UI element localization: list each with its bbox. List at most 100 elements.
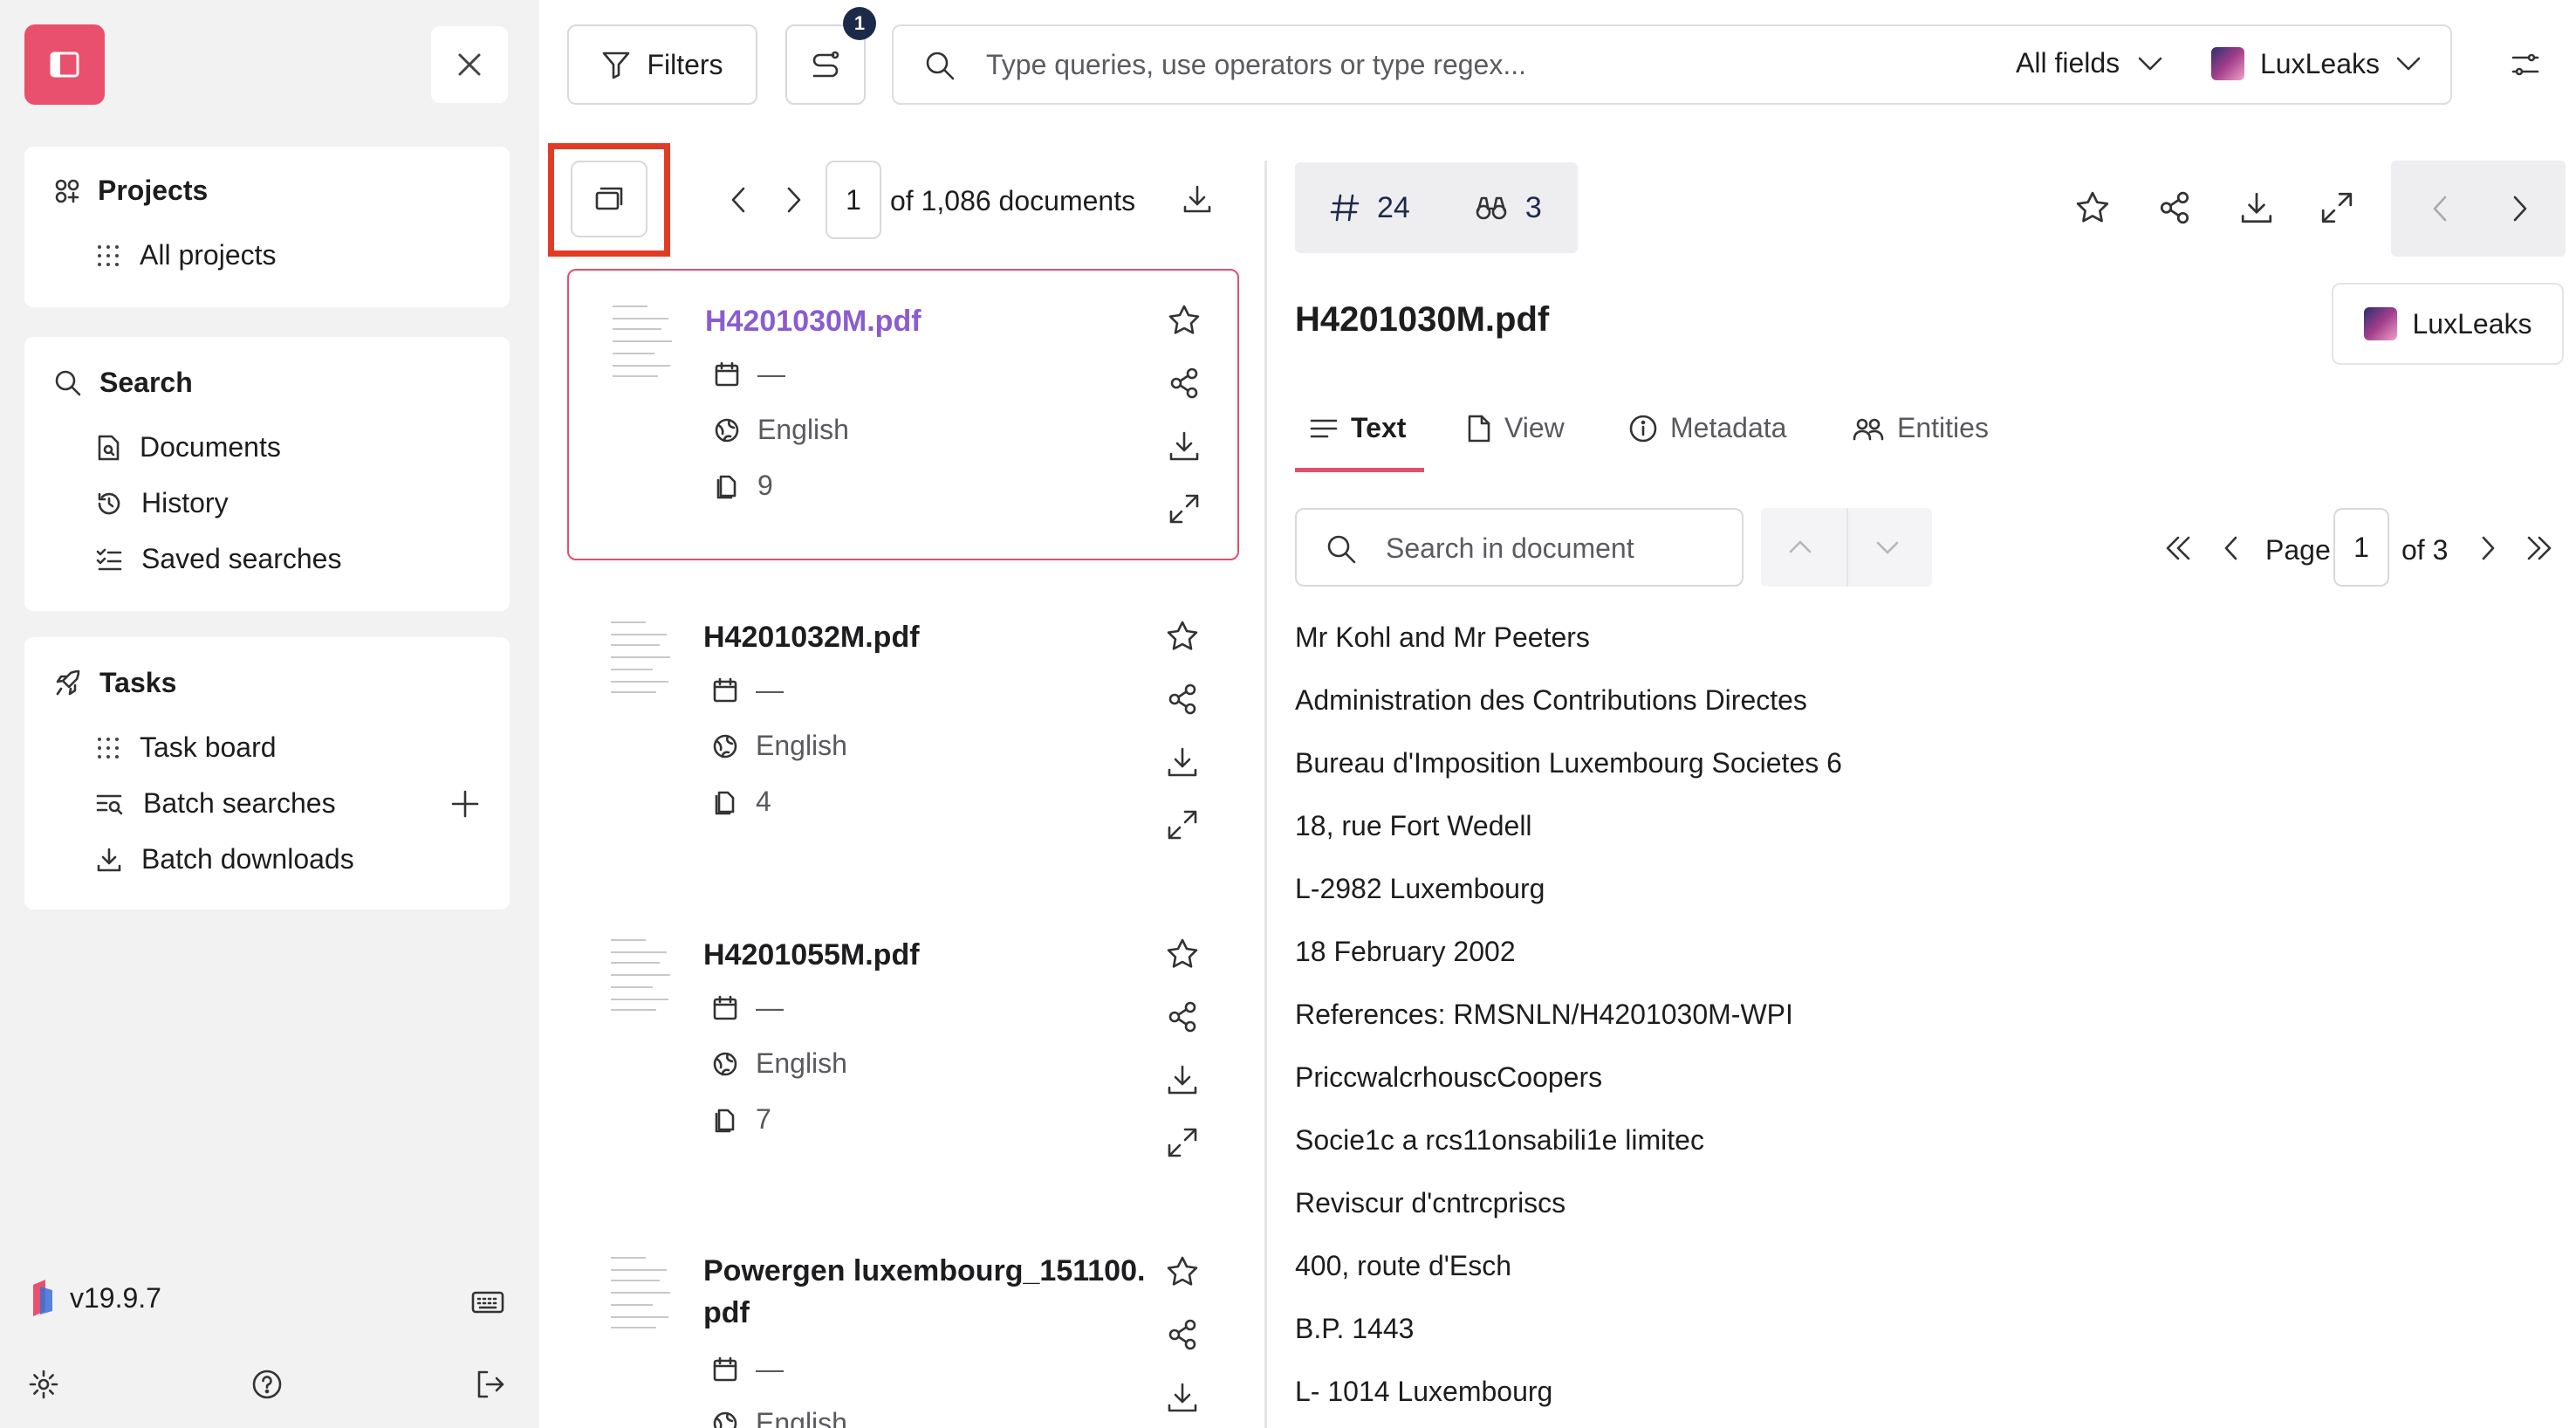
tab-entities[interactable]: Entities xyxy=(1852,412,1989,444)
text-lines-icon xyxy=(1310,419,1338,437)
star-icon xyxy=(1168,305,1200,334)
download-button[interactable] xyxy=(1166,745,1199,779)
expand-icon xyxy=(1168,1128,1197,1157)
share-button[interactable] xyxy=(1166,1000,1199,1033)
language-value: English xyxy=(756,730,847,761)
projects-heading[interactable]: Projects xyxy=(54,175,208,207)
pane-divider[interactable] xyxy=(1264,161,1267,1428)
list-item[interactable]: H4201032M.pdf — English 4 xyxy=(567,587,1239,878)
text-line: Bureau d'Imposition Luxembourg Societes … xyxy=(1295,747,1842,779)
share-document-button[interactable] xyxy=(2157,190,2192,225)
star-document-button[interactable] xyxy=(2075,190,2110,225)
help-button[interactable] xyxy=(251,1369,283,1400)
download-results-button[interactable] xyxy=(1182,183,1213,215)
add-batch-search-button[interactable] xyxy=(450,789,480,819)
gear-icon xyxy=(29,1370,58,1399)
star-button[interactable] xyxy=(1166,1255,1199,1288)
download-button[interactable] xyxy=(1168,429,1201,463)
tab-label: Text xyxy=(1351,412,1407,443)
project-select[interactable]: LuxLeaks xyxy=(2211,47,2422,80)
tab-text[interactable]: Text xyxy=(1309,412,1406,444)
star-button[interactable] xyxy=(1168,304,1201,337)
sign-out-button[interactable] xyxy=(475,1369,506,1400)
sidebar-item-label: Batch searches xyxy=(143,787,336,819)
document-thumbnail xyxy=(607,299,681,386)
sidebar-item-label: Task board xyxy=(140,731,277,763)
list-item[interactable]: H4201030M.pdf — English 9 xyxy=(567,269,1239,560)
next-page-button[interactable] xyxy=(784,185,805,215)
document-title[interactable]: H4201032M.pdf xyxy=(703,616,1157,658)
text-line: Mr Kohl and Mr Peeters xyxy=(1295,621,1590,653)
document-title[interactable]: H4201055M.pdf xyxy=(703,934,1157,976)
globe-icon xyxy=(713,1411,737,1428)
sidebar-item-documents[interactable]: Documents xyxy=(96,431,281,463)
language-value: English xyxy=(756,1047,847,1079)
filters-button[interactable]: Filters xyxy=(567,24,757,105)
star-button[interactable] xyxy=(1166,937,1199,971)
sign-out-icon xyxy=(477,1370,504,1398)
expand-button[interactable] xyxy=(1166,808,1199,841)
keyboard-shortcuts-button[interactable] xyxy=(471,1290,504,1315)
tab-label: Metadata xyxy=(1670,412,1787,443)
close-sidebar-button[interactable] xyxy=(431,26,508,103)
expand-icon xyxy=(1169,494,1199,524)
hash-icon xyxy=(1330,194,1360,222)
search-icon xyxy=(926,51,955,80)
download-button[interactable] xyxy=(1166,1063,1199,1096)
star-button[interactable] xyxy=(1166,620,1199,653)
sidebar-item-batch-searches[interactable]: Batch searches xyxy=(96,787,336,820)
next-text-page-button[interactable] xyxy=(2478,534,2497,562)
search-heading[interactable]: Search xyxy=(54,367,193,399)
fullscreen-button[interactable] xyxy=(2319,190,2354,225)
rocket-icon xyxy=(56,669,80,695)
list-page-input[interactable]: 1 xyxy=(826,161,881,239)
toggle-sidebar-button[interactable] xyxy=(24,24,105,105)
next-match-button[interactable] xyxy=(1874,539,1901,557)
sidebar-item-batch-downloads[interactable]: Batch downloads xyxy=(96,843,354,875)
project-badge[interactable]: LuxLeaks xyxy=(2332,283,2564,365)
last-page-button[interactable] xyxy=(2524,534,2555,562)
document-search-input[interactable]: Search in document xyxy=(1386,532,1634,565)
tasks-section: Tasks Task board Batch searches Batch do… xyxy=(24,637,510,910)
next-document-button[interactable] xyxy=(2510,194,2531,223)
documents-count: of 1,086 documents xyxy=(890,185,1136,216)
text-page-input[interactable]: 1 xyxy=(2333,508,2389,587)
search-settings-button[interactable] xyxy=(2510,49,2541,80)
close-icon xyxy=(458,53,481,76)
search-input[interactable]: Type queries, use operators or type rege… xyxy=(986,49,1526,81)
list-item[interactable]: H4201055M.pdf — English 7 xyxy=(567,904,1239,1196)
document-search-field[interactable]: Search in document xyxy=(1295,508,1744,587)
settings-button[interactable] xyxy=(28,1369,59,1400)
sidebar: Projects All projects Search Documents H… xyxy=(0,0,539,1428)
project-avatar xyxy=(2363,307,2397,340)
tab-metadata[interactable]: Metadata xyxy=(1628,412,1786,444)
download-document-button[interactable] xyxy=(2239,190,2274,225)
share-button[interactable] xyxy=(1168,367,1201,400)
share-button[interactable] xyxy=(1166,1318,1199,1351)
first-page-button[interactable] xyxy=(2162,534,2194,562)
tab-view[interactable]: View xyxy=(1466,412,1565,444)
download-icon xyxy=(1169,431,1199,461)
download-button[interactable] xyxy=(1166,1381,1199,1414)
tasks-heading[interactable]: Tasks xyxy=(54,667,176,699)
sidebar-item-saved-searches[interactable]: Saved searches xyxy=(96,543,341,575)
expand-button[interactable] xyxy=(1166,1126,1199,1159)
sidebar-item-all-projects[interactable]: All projects xyxy=(96,239,277,271)
expand-button[interactable] xyxy=(1168,492,1201,525)
star-icon xyxy=(2076,191,2109,223)
sidebar-item-task-board[interactable]: Task board xyxy=(96,731,277,764)
document-title[interactable]: H4201030M.pdf xyxy=(705,300,1159,342)
previous-match-button[interactable] xyxy=(1787,538,1813,555)
text-line: Reviscur d'cntrcpriscs xyxy=(1295,1187,1566,1219)
document-language: English xyxy=(712,1407,847,1428)
field-select[interactable]: All fields xyxy=(2016,47,2163,79)
language-value: English xyxy=(757,414,849,445)
sidebar-item-history[interactable]: History xyxy=(96,487,229,519)
document-title[interactable]: Powergen luxembourg_151100.pdf xyxy=(703,1250,1148,1334)
list-item[interactable]: Powergen luxembourg_151100.pdf — English xyxy=(567,1222,1239,1428)
previous-page-button[interactable] xyxy=(728,185,749,215)
share-button[interactable] xyxy=(1166,683,1199,716)
previous-text-page-button[interactable] xyxy=(2222,534,2241,562)
search-result-navigation xyxy=(1761,508,1932,587)
previous-document-button[interactable] xyxy=(2429,194,2450,223)
